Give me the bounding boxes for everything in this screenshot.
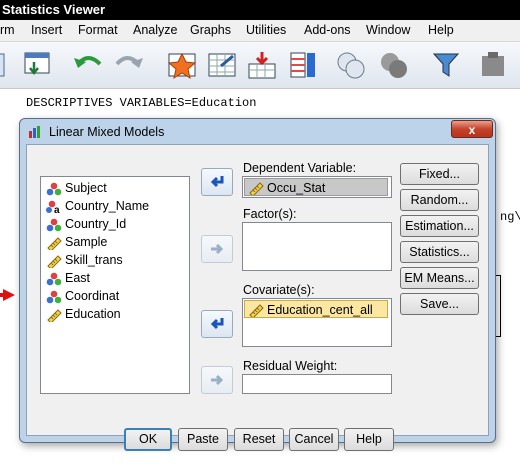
arrow-right-icon [211,243,224,255]
linear-mixed-models-dialog: Linear Mixed Models x Subject a Country_N… [19,118,496,451]
window-title: Statistics Viewer [0,0,520,20]
partial-toolbar-icon[interactable] [0,50,12,80]
menu-item-graphs[interactable]: Graphs [190,23,231,37]
menu-item-insert[interactable]: Insert [31,23,62,37]
covariates-label: Covariate(s): [243,283,315,297]
active-item-arrow-icon [0,289,15,301]
undo-icon[interactable] [72,50,104,80]
dependent-variable-field[interactable]: Occu_Stat [242,176,392,198]
menu-item-utilities[interactable]: Utilities [246,23,286,37]
split-file-icon[interactable] [335,50,367,80]
move-residual-weight-button[interactable] [201,366,233,394]
menu-item-window[interactable]: Window [366,23,410,37]
redo-icon[interactable] [113,50,145,80]
list-item[interactable]: East [46,269,90,287]
menu-item-addons[interactable]: Add-ons [304,23,351,37]
menu-item-help[interactable]: Help [428,23,454,37]
dialog-body: Subject a Country_Name Country_Id Sample … [26,144,489,451]
nominal-icon [46,218,62,232]
variable-name: Education [65,307,121,321]
svg-text:a: a [54,205,60,214]
ok-button[interactable]: OK [124,428,172,451]
list-item[interactable]: Country_Id [46,215,126,233]
scale-ruler-icon [47,254,62,268]
arrow-left-icon [210,176,224,188]
clipped-output-text: ng\ [500,210,520,224]
nominal-icon [46,290,62,304]
menu-item-analyze[interactable]: Analyze [133,23,177,37]
select-cases-icon[interactable] [430,50,462,80]
syntax-text: DESCRIPTIVES VARIABLES=Education [26,96,257,110]
factors-label: Factor(s): [243,207,297,221]
dialog-title: Linear Mixed Models [49,125,165,139]
goto-case-icon[interactable] [167,50,199,80]
help-button[interactable]: Help [344,428,394,451]
scale-ruler-icon [47,308,62,322]
list-item[interactable]: a Country_Name [46,197,149,215]
list-item[interactable]: Subject [46,179,107,197]
list-item[interactable]: Education [46,305,121,323]
reset-button[interactable]: Reset [234,428,284,451]
move-dependent-button[interactable] [201,168,233,196]
dependent-variable-label: Dependent Variable: [243,161,357,175]
save-button[interactable]: Save... [400,293,479,315]
scale-ruler-icon [249,182,264,195]
factors-list[interactable] [242,222,392,271]
arrow-right-icon [211,374,224,386]
variable-list[interactable]: Subject a Country_Name Country_Id Sample … [40,176,190,394]
variable-name: East [65,271,91,285]
covariates-list[interactable]: Education_cent_all [242,298,392,347]
goto-variable-icon[interactable] [207,50,239,80]
list-item[interactable]: Coordinat [46,287,119,305]
dialog-app-icon [29,126,40,138]
scale-ruler-icon [47,236,62,250]
estimation-button[interactable]: Estimation... [400,215,479,237]
menu-item-format[interactable]: Format [78,23,118,37]
nominal-string-icon: a [46,200,60,214]
variable-name: Sample [65,235,108,249]
random-button[interactable]: Random... [400,189,479,211]
scale-ruler-icon [249,304,264,317]
nominal-icon [46,272,62,286]
residual-weight-field[interactable] [242,374,392,394]
toolbar [0,42,520,89]
close-button[interactable]: x [451,120,493,138]
paste-button[interactable]: Paste [178,428,228,451]
variable-name: Skill_trans [65,253,123,267]
move-factor-button[interactable] [201,235,233,263]
menu-item-transform[interactable]: rm [0,23,15,37]
list-item[interactable]: Sample [46,233,107,251]
dependent-variable-item[interactable]: Occu_Stat [244,178,388,196]
move-covariate-button[interactable] [201,310,233,338]
covariate-item[interactable]: Education_cent_all [244,300,388,318]
dependent-variable-value: Occu_Stat [267,181,326,195]
covariate-value: Education_cent_all [267,303,373,317]
statistics-button[interactable]: Statistics... [400,241,479,263]
menu-bar: rm Insert Format Analyze Graphs Utilitie… [0,20,520,42]
import-data-icon[interactable] [22,50,54,80]
variable-name: Country_Name [65,199,150,213]
variable-name: Country_Id [65,217,127,231]
list-item[interactable]: Skill_trans [46,251,123,269]
insert-cases-icon[interactable] [247,50,279,80]
fixed-button[interactable]: Fixed... [400,163,479,185]
residual-weight-label: Residual Weight: [243,359,338,373]
variable-name: Subject [65,181,107,195]
variable-name: Coordinat [65,289,120,303]
value-labels-icon[interactable] [478,50,510,80]
nominal-icon [46,182,62,196]
insert-variable-icon[interactable] [287,50,319,80]
weight-cases-icon[interactable] [378,50,410,80]
cancel-button[interactable]: Cancel [289,428,339,451]
arrow-left-icon [210,318,224,330]
em-means-button[interactable]: EM Means... [400,267,479,289]
